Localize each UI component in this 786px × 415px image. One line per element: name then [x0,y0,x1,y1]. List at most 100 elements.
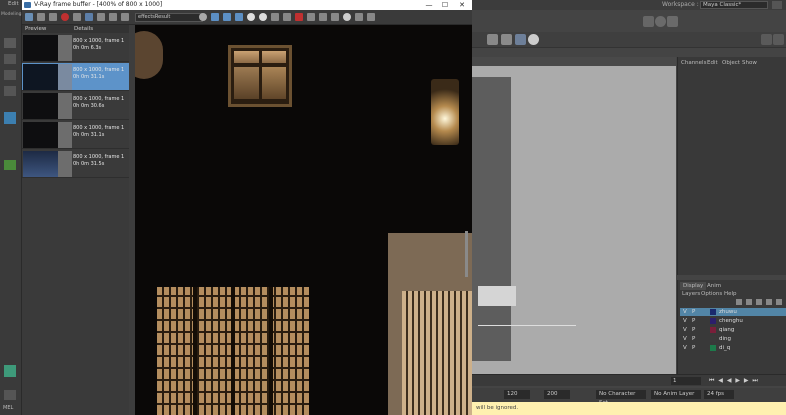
layer-visibility[interactable]: V [683,344,687,352]
render-view-icon[interactable] [515,34,526,45]
lasso-tool-icon[interactable] [4,54,16,64]
layer-visibility[interactable]: V [683,335,687,343]
history-entry[interactable]: 800 x 1000, frame 1 0h 0m 31.1s [22,63,129,91]
layer-row[interactable]: V P qiang [680,326,786,334]
link-to-viewport-icon[interactable] [331,13,339,21]
move-down-icon[interactable] [756,299,762,305]
history-entry[interactable]: 800 x 1000, frame 1 0h 0m 30.6s [22,92,129,120]
channel-box-menu-channels[interactable]: Channels [681,60,706,66]
time-slider[interactable]: 1 ⏮ ◀ ◀ ▶ ▶ ⏭ [471,374,786,386]
maximize-button[interactable]: ☐ [438,0,452,10]
anim-layer-dropdown[interactable]: No Anim Layer [651,390,701,399]
layer-visibility[interactable]: V [683,326,687,334]
playback-controls[interactable]: ⏮ ◀ ◀ ▶ ▶ ⏭ [709,377,783,385]
render-settings-icon[interactable] [487,34,498,45]
select-tool-icon[interactable] [4,38,16,48]
range-start-field[interactable]: 120 [504,390,530,399]
menu-edit[interactable]: Edit [8,1,19,7]
move-tool-icon[interactable] [4,86,16,96]
layer-menu-help[interactable]: Help [724,291,737,297]
layer-color-swatch[interactable] [710,327,716,333]
attribute-editor-toggle-icon[interactable] [773,34,784,45]
history-col-preview[interactable]: Preview [25,25,46,33]
tab-display[interactable]: Display [680,282,707,290]
layer-color-swatch[interactable] [710,336,716,342]
mono-icon[interactable] [259,13,267,21]
history-col-details[interactable]: Details [74,25,93,33]
blue-channel-icon[interactable] [235,13,243,21]
history-entry[interactable]: 800 x 1000, frame 1 0h 0m 31.1s [22,121,129,149]
rotate-tool-icon[interactable] [4,112,16,124]
load-image-icon[interactable] [109,13,117,21]
layer-playback[interactable]: P [692,344,695,352]
render-element-dropdown[interactable]: effectsResult [135,13,203,22]
render-icon[interactable] [295,13,303,21]
green-channel-icon[interactable] [223,13,231,21]
tab-anim[interactable]: Anim [704,282,724,290]
fps-dropdown[interactable]: 24 fps [704,390,734,399]
alpha-channel-icon[interactable] [247,13,255,21]
history-toggle-icon[interactable] [25,13,33,21]
region-render-icon[interactable] [271,13,279,21]
history-entry[interactable]: 800 x 1000, frame 1 0h 0m 31.5s [22,150,129,178]
help-icon[interactable] [367,13,375,21]
vfb-title-bar[interactable]: V-Ray frame buffer - [400% of 800 x 1000… [22,0,472,10]
new-layer-icon[interactable] [736,299,742,305]
layout-icon[interactable] [4,365,16,377]
create-layer-selected-icon[interactable] [776,299,782,305]
layer-playback[interactable]: P [692,308,695,316]
interactive-render-icon[interactable] [319,13,327,21]
layer-menu-layers[interactable]: Layers [682,291,700,297]
create-layer-icon[interactable] [766,299,772,305]
sphere-icon[interactable] [655,16,666,27]
save-icon[interactable] [37,13,45,21]
history-entry[interactable]: 800 x 1000, frame 1 0h 0m 6.3s [22,34,129,62]
channel-box-menu-object[interactable]: Object [722,60,740,66]
hypershade-icon[interactable] [501,34,512,45]
channel-box-menu-show[interactable]: Show [742,60,757,66]
layer-row[interactable]: V P chenghu [680,317,786,325]
render-image[interactable] [135,25,472,415]
layer-playback[interactable]: P [692,335,695,343]
clear-image-icon[interactable] [73,13,81,21]
range-end-field[interactable]: 200 [544,390,570,399]
settings-icon[interactable] [355,13,363,21]
layer-color-swatch[interactable] [710,345,716,351]
layer-row[interactable]: V P zhuwu [680,308,786,316]
layer-visibility[interactable]: V [683,308,687,316]
image-scrollbar[interactable] [465,231,468,277]
outliner-icon[interactable] [4,390,16,400]
color-picker-icon[interactable] [199,13,207,21]
layer-playback[interactable]: P [692,326,695,334]
correction-icon[interactable] [121,13,129,21]
circle-icon[interactable] [643,16,654,27]
lens-effects-icon[interactable] [307,13,315,21]
layer-visibility[interactable]: V [683,317,687,325]
save-all-icon[interactable] [49,13,57,21]
minimize-button[interactable]: — [422,0,436,10]
paint-tool-icon[interactable] [4,70,16,80]
character-set-dropdown[interactable]: No Character Set [596,390,646,406]
options-icon[interactable] [667,16,678,27]
channel-box-toggle-icon[interactable] [761,34,772,45]
info-icon[interactable] [343,13,351,21]
compare-icon[interactable] [97,13,105,21]
red-channel-icon[interactable] [211,13,219,21]
track-mouse-icon[interactable] [85,13,93,21]
layer-playback[interactable]: P [692,317,695,325]
layer-color-swatch[interactable] [710,318,716,324]
channel-box-menu-edit[interactable]: Edit [707,60,718,66]
close-button[interactable]: ✕ [455,0,469,10]
layer-color-swatch[interactable] [710,309,716,315]
workspace-dropdown[interactable]: Maya Classic* [700,1,768,9]
layer-row[interactable]: V P ding [680,335,786,343]
move-up-icon[interactable] [746,299,752,305]
workspace-lock-icon[interactable] [772,1,782,9]
scale-tool-icon[interactable] [4,160,16,170]
stop-icon[interactable] [61,13,69,21]
mel-label[interactable]: MEL [3,405,13,411]
layer-menu-options[interactable]: Options [701,291,722,297]
current-frame-field[interactable]: 1 [671,377,701,385]
layer-row[interactable]: V P di_q [680,344,786,352]
help-icon[interactable] [528,34,539,45]
